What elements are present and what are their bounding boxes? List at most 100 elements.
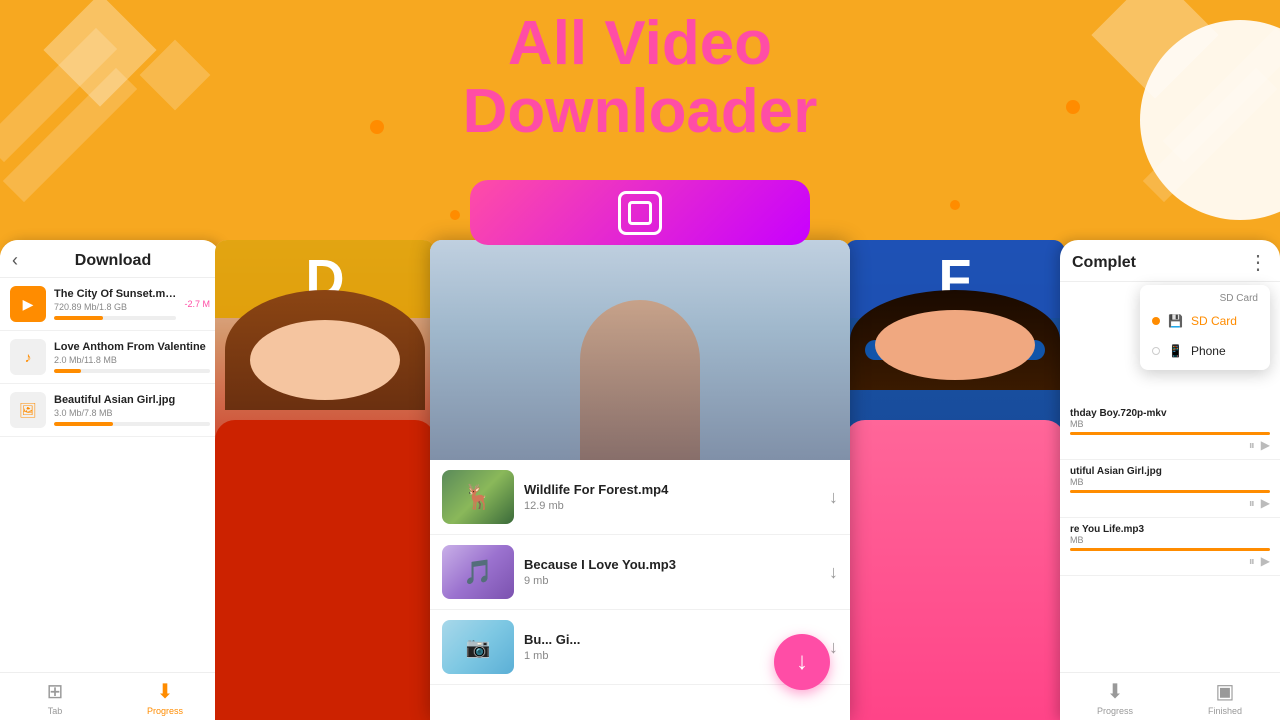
completed-actions-1: ⏸ ▶ bbox=[1070, 438, 1270, 453]
pause-btn-2[interactable]: ⏸ bbox=[1249, 496, 1255, 511]
progress-bar-2 bbox=[54, 369, 210, 373]
right-bottom-nav: ⬇ Progress ▣ Finished bbox=[1060, 672, 1280, 720]
deco-dot bbox=[950, 200, 960, 210]
progress-fill-2 bbox=[54, 369, 81, 373]
unselected-dot bbox=[1152, 347, 1160, 355]
media-name-3: Bu... Gi... bbox=[524, 632, 819, 647]
mid-right-screen: F bbox=[845, 240, 1065, 720]
download-item-1-size: 720.89 Mb/1.8 GB bbox=[54, 302, 176, 312]
completed-progress-2 bbox=[1070, 490, 1270, 493]
download-item-2[interactable]: ♪ Love Anthom From Valentine 2.0 Mb/11.8… bbox=[0, 331, 220, 384]
image-icon: 🖼 bbox=[10, 392, 46, 428]
play-btn-3[interactable]: ▶ bbox=[1261, 554, 1270, 569]
right-screen-header: Complet ⋮ bbox=[1060, 240, 1280, 282]
progress-bar-1 bbox=[54, 316, 176, 320]
progress-icon: ⬇ bbox=[157, 679, 174, 704]
completed-item-3[interactable]: re You Life.mp3 MB ⏸ ▶ bbox=[1060, 518, 1280, 576]
download-item-3[interactable]: 🖼 Beautiful Asian Girl.jpg 3.0 Mb/7.8 MB bbox=[0, 384, 220, 437]
app-title-area: All Video Downloader bbox=[0, 10, 1280, 146]
progress-fill-3 bbox=[54, 422, 113, 426]
sd-card-label: SD Card bbox=[1191, 314, 1237, 328]
download-item-3-name: Beautiful Asian Girl.jpg bbox=[54, 394, 210, 406]
download-item-3-info: Beautiful Asian Girl.jpg 3.0 Mb/7.8 MB bbox=[54, 394, 210, 426]
media-thumb-1: 🦌 bbox=[442, 470, 514, 524]
dropdown-phone[interactable]: 📱 Phone bbox=[1140, 336, 1270, 366]
nav-tab[interactable]: ⊞ Tab bbox=[0, 679, 110, 716]
download-item-1-info: The City Of Sunset.mkv-1080p 720.89 Mb/1… bbox=[54, 288, 176, 320]
download-item-2-size: 2.0 Mb/11.8 MB bbox=[54, 355, 210, 365]
right-finished-label: Finished bbox=[1208, 706, 1242, 716]
sd-card-icon: 💾 bbox=[1168, 314, 1183, 328]
dots-menu-button[interactable]: ⋮ bbox=[1248, 250, 1268, 275]
completed-items: thday Boy.720p-mkv MB ⏸ ▶ utiful Asian G… bbox=[1060, 402, 1280, 576]
video-preview[interactable] bbox=[430, 240, 850, 460]
progress-label: Progress bbox=[147, 706, 183, 716]
download-item-1-name: The City Of Sunset.mkv-1080p bbox=[54, 288, 176, 300]
completed-item-2[interactable]: utiful Asian Girl.jpg MB ⏸ ▶ bbox=[1060, 460, 1280, 518]
center-screen: 🦌 Wildlife For Forest.mp4 12.9 mb ↓ 🎵 Be… bbox=[430, 240, 850, 720]
right-nav-finished[interactable]: ▣ Finished bbox=[1170, 679, 1280, 716]
mid-left-screen: D bbox=[215, 240, 435, 720]
download-item-1[interactable]: ▶ The City Of Sunset.mkv-1080p 720.89 Mb… bbox=[0, 278, 220, 331]
left-screen: ‹ Download ▶ The City Of Sunset.mkv-1080… bbox=[0, 240, 220, 720]
download-arrow-3[interactable]: ↓ bbox=[829, 637, 838, 658]
completed-progress-1 bbox=[1070, 432, 1270, 435]
right-progress-label: Progress bbox=[1097, 706, 1133, 716]
download-arrow-2[interactable]: ↓ bbox=[829, 562, 838, 583]
download-item-3-size: 3.0 Mb/7.8 MB bbox=[54, 408, 210, 418]
completed-item-2-size: MB bbox=[1070, 477, 1270, 487]
right-progress-icon: ⬇ bbox=[1107, 679, 1124, 704]
fab-download-button[interactable]: ↓ bbox=[774, 634, 830, 690]
dropdown-sd-card[interactable]: 💾 SD Card bbox=[1140, 306, 1270, 336]
download-item-2-info: Love Anthom From Valentine 2.0 Mb/11.8 M… bbox=[54, 341, 210, 373]
media-info-2: Because I Love You.mp3 9 mb bbox=[524, 557, 819, 587]
download-item-2-name: Love Anthom From Valentine bbox=[54, 341, 210, 353]
title-line2: Downloader bbox=[0, 78, 1280, 146]
media-thumb-3: 📷 bbox=[442, 620, 514, 674]
screens-container: ‹ Download ▶ The City Of Sunset.mkv-1080… bbox=[0, 240, 1280, 720]
completed-actions-3: ⏸ ▶ bbox=[1070, 554, 1270, 569]
tab-icon: ⊞ bbox=[47, 679, 64, 704]
app-icon-inner bbox=[628, 201, 652, 225]
completed-item-3-name: re You Life.mp3 bbox=[1070, 524, 1270, 535]
completed-actions-2: ⏸ ▶ bbox=[1070, 496, 1270, 511]
media-item-1[interactable]: 🦌 Wildlife For Forest.mp4 12.9 mb ↓ bbox=[430, 460, 850, 535]
deco-dot bbox=[450, 210, 460, 220]
fab-download-icon: ↓ bbox=[796, 648, 808, 676]
right-finished-icon: ▣ bbox=[1216, 679, 1235, 704]
phone-label: Phone bbox=[1191, 344, 1226, 358]
completed-item-1[interactable]: thday Boy.720p-mkv MB ⏸ ▶ bbox=[1060, 402, 1280, 460]
progress-fill-1 bbox=[54, 316, 103, 320]
left-screen-header: ‹ Download bbox=[0, 240, 220, 278]
pause-btn-1[interactable]: ⏸ bbox=[1249, 438, 1255, 453]
nav-progress[interactable]: ⬇ Progress bbox=[110, 679, 220, 716]
media-size-1: 12.9 mb bbox=[524, 500, 819, 512]
progress-bar-3 bbox=[54, 422, 210, 426]
dropdown-header: SD Card bbox=[1140, 289, 1270, 306]
forest-icon: 🦌 bbox=[463, 483, 493, 512]
download-arrow-1[interactable]: ↓ bbox=[829, 487, 838, 508]
media-name-2: Because I Love You.mp3 bbox=[524, 557, 819, 572]
right-nav-progress[interactable]: ⬇ Progress bbox=[1060, 679, 1170, 716]
video-play-icon: ▶ bbox=[10, 286, 46, 322]
media-item-2[interactable]: 🎵 Because I Love You.mp3 9 mb ↓ bbox=[430, 535, 850, 610]
music-icon: ♪ bbox=[10, 339, 46, 375]
left-screen-title: Download bbox=[18, 252, 208, 270]
play-btn-2[interactable]: ▶ bbox=[1261, 496, 1270, 511]
play-btn-1[interactable]: ▶ bbox=[1261, 438, 1270, 453]
completed-item-1-name: thday Boy.720p-mkv bbox=[1070, 408, 1270, 419]
completed-item-2-name: utiful Asian Girl.jpg bbox=[1070, 466, 1270, 477]
download-extra-1: -2.7 M bbox=[184, 299, 210, 309]
left-bottom-nav: ⊞ Tab ⬇ Progress bbox=[0, 672, 220, 720]
pink-bar[interactable] bbox=[470, 180, 810, 245]
media-thumb-2: 🎵 bbox=[442, 545, 514, 599]
pause-btn-3[interactable]: ⏸ bbox=[1249, 554, 1255, 569]
phone-icon: 📱 bbox=[1168, 344, 1183, 358]
title-line1: All Video bbox=[0, 10, 1280, 78]
completed-progress-3 bbox=[1070, 548, 1270, 551]
selected-dot bbox=[1152, 317, 1160, 325]
music-note-icon: 🎵 bbox=[463, 558, 493, 587]
tab-label: Tab bbox=[48, 706, 63, 716]
right-screen: Complet ⋮ SD Card 💾 SD Card 📱 Phone thda… bbox=[1060, 240, 1280, 720]
app-icon bbox=[618, 191, 662, 235]
